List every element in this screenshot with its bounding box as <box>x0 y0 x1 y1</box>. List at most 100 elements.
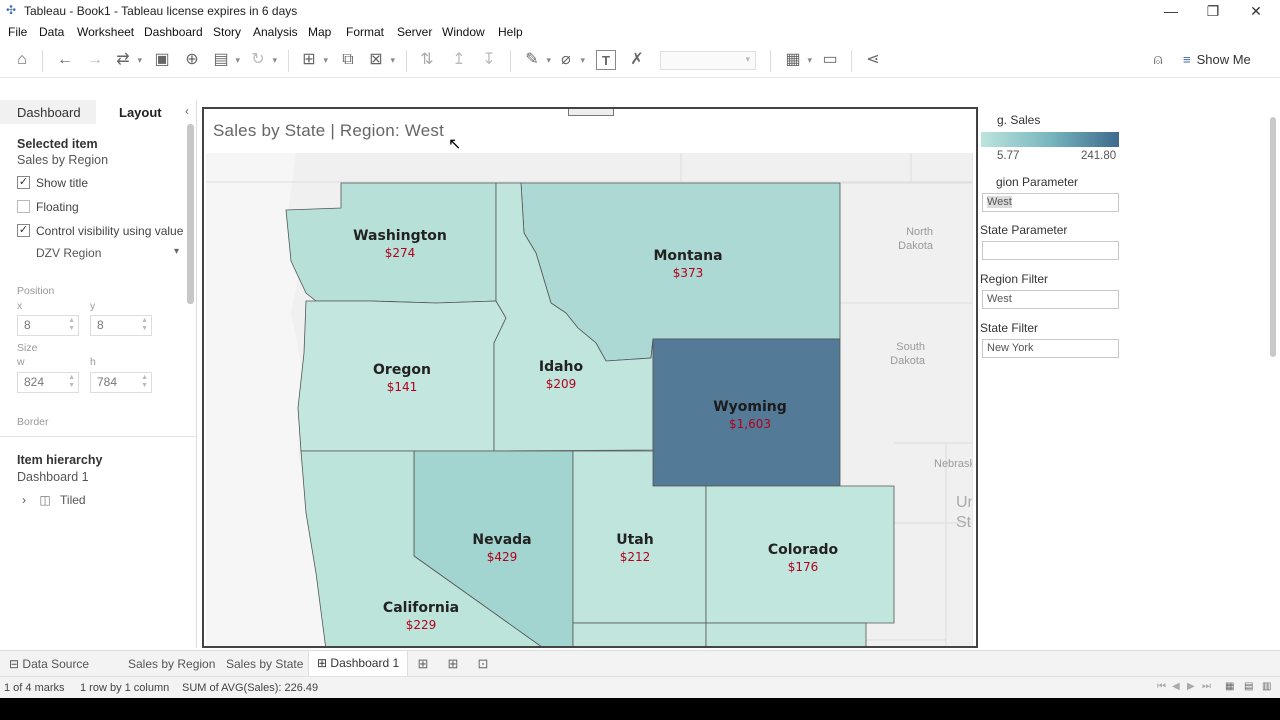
show-title-checkbox[interactable]: ✓ <box>17 176 30 189</box>
tab-dashboard[interactable]: Dashboard <box>0 100 96 124</box>
control-visibility-label: Control visibility using value <box>36 224 184 238</box>
filmstrip-view-icon[interactable]: ▦ <box>1225 681 1234 692</box>
spinner-arrows-icon[interactable]: ▲ ▼ <box>141 374 148 390</box>
panel-scrollbar[interactable] <box>187 124 194 304</box>
menu-map[interactable]: Map <box>308 25 331 39</box>
group-members-icon[interactable]: ⌀ <box>556 50 585 70</box>
undo-icon[interactable]: ← <box>55 50 75 70</box>
tabs-view-icon[interactable]: ▤ <box>1244 681 1253 692</box>
spinner-arrows-icon[interactable]: ▲ ▼ <box>68 317 75 333</box>
tableau-app: File Data Worksheet Dashboard Story Anal… <box>0 22 1280 698</box>
state-filter-value: New York <box>987 342 1034 354</box>
show-title-label: Show title <box>36 176 89 190</box>
map-view[interactable]: North Dakota South Dakota Nebrask Un St … <box>206 153 974 648</box>
fit-dropdown[interactable] <box>660 51 756 70</box>
close-window-button[interactable]: ✕ <box>1236 1 1276 21</box>
new-story-tab-icon[interactable]: ⊡ <box>474 655 492 673</box>
spinner-arrows-icon[interactable]: ▲ ▼ <box>68 374 75 390</box>
fix-axes-icon[interactable]: ✗ <box>627 50 647 70</box>
x-value: 8 <box>24 318 31 332</box>
menu-help[interactable]: Help <box>498 25 523 39</box>
state-arizona-partial[interactable] <box>572 622 707 648</box>
floating-checkbox[interactable] <box>17 200 30 213</box>
y-position-input[interactable]: 8 ▲ ▼ <box>90 315 152 336</box>
selected-item-value: Sales by Region <box>17 153 109 167</box>
show-me-icon: ≡ <box>1183 52 1191 67</box>
region-parameter-label: gion Parameter <box>996 175 1079 189</box>
bg-label-nebraska: Nebrask <box>934 458 974 470</box>
tab-sales-by-region[interactable]: Sales by Region <box>128 657 215 671</box>
next-sheet-icon[interactable]: ▶ <box>1187 681 1195 692</box>
x-position-input[interactable]: 8 ▲ ▼ <box>17 315 79 336</box>
new-data-source-icon[interactable]: ⊕ <box>182 50 202 70</box>
visibility-field-dropdown[interactable]: DZV Region <box>36 246 181 263</box>
width-input[interactable]: 824 ▲ ▼ <box>17 372 79 393</box>
state-filter-input[interactable]: New York <box>982 339 1119 358</box>
menu-dashboard[interactable]: Dashboard <box>144 25 203 39</box>
data-source-tab[interactable]: ⊟ Data Source <box>9 657 89 671</box>
chevron-right-icon[interactable]: › <box>22 493 26 507</box>
hierarchy-root[interactable]: Dashboard 1 <box>17 470 89 484</box>
last-sheet-icon[interactable]: ⏭ <box>1202 681 1211 692</box>
state-parameter-label: State Parameter <box>980 223 1068 237</box>
new-dashboard-tab-icon[interactable]: ⊞ <box>444 655 462 673</box>
menu-worksheet[interactable]: Worksheet <box>77 25 134 39</box>
save-icon[interactable]: ▣ <box>152 50 172 70</box>
show-me-button[interactable]: ≡ Show Me <box>1183 50 1251 70</box>
collapse-panel-icon[interactable]: ‹ <box>185 104 189 118</box>
region-parameter-input[interactable]: West <box>982 193 1119 212</box>
refresh-icon[interactable]: ↻ <box>248 50 277 70</box>
menu-story[interactable]: Story <box>213 25 241 39</box>
color-legend-gradient[interactable] <box>981 132 1119 147</box>
state-value-label: $429 <box>487 550 518 564</box>
w-value: 824 <box>24 375 45 389</box>
home-icon[interactable]: ⌂ <box>12 50 32 70</box>
sort-descending-icon[interactable]: ↧ <box>479 50 499 70</box>
prev-sheet-icon[interactable]: ◀ <box>1172 681 1180 692</box>
show-cards-icon[interactable]: ▦ <box>783 50 812 70</box>
new-worksheet-icon[interactable]: ⊞ <box>299 50 328 70</box>
replay-icon[interactable]: ⇄ <box>113 50 142 70</box>
presenter-icon[interactable]: ⍝ <box>1148 50 1168 70</box>
tab-layout[interactable]: Layout <box>119 105 162 120</box>
state-name-label: Washington <box>353 228 447 244</box>
sort-ascending-icon[interactable]: ↥ <box>449 50 469 70</box>
duplicate-sheet-icon[interactable]: ⧉ <box>338 50 358 70</box>
dashboard-canvas[interactable]: Sales by State | Region: West North Dako… <box>202 107 978 648</box>
restore-button[interactable]: ❐ <box>1193 1 1233 21</box>
control-visibility-checkbox[interactable]: ✓ <box>17 224 30 237</box>
first-sheet-icon[interactable]: ⏮ <box>1157 681 1166 692</box>
redo-icon[interactable]: → <box>85 50 105 70</box>
menu-format[interactable]: Format <box>346 25 384 39</box>
menu-window[interactable]: Window <box>442 25 485 39</box>
menu-file[interactable]: File <box>8 25 27 39</box>
presentation-mode-icon[interactable]: ▭ <box>820 50 840 70</box>
state-parameter-input[interactable] <box>982 241 1119 260</box>
pause-updates-icon[interactable]: ▤ <box>211 50 240 70</box>
minimize-button[interactable]: — <box>1151 1 1191 21</box>
tab-dashboard-1[interactable]: ⊞ Dashboard 1 <box>308 651 409 677</box>
drag-handle[interactable] <box>568 109 614 116</box>
sheet-sorter-icon[interactable]: ▥ <box>1262 681 1271 692</box>
new-worksheet-tab-icon[interactable]: ⊞ <box>414 655 432 673</box>
show-mark-labels-icon[interactable]: T <box>596 50 616 70</box>
height-input[interactable]: 784 ▲ ▼ <box>90 372 152 393</box>
menu-server[interactable]: Server <box>397 25 432 39</box>
clear-sheet-icon[interactable]: ⊠ <box>366 50 395 70</box>
menu-data[interactable]: Data <box>39 25 64 39</box>
state-new-mexico-partial[interactable] <box>705 622 867 648</box>
toolbar-separator <box>42 50 43 72</box>
tab-dashboard-label: Dashboard <box>17 105 81 120</box>
menu-analysis[interactable]: Analysis <box>253 25 298 39</box>
tab-sales-by-state[interactable]: Sales by State <box>226 657 303 671</box>
hierarchy-item-tiled[interactable]: › ◫ Tiled <box>22 493 86 507</box>
visibility-field-value: DZV Region <box>36 246 102 260</box>
y-label: y <box>90 300 96 312</box>
right-panel-scrollbar[interactable] <box>1270 117 1276 357</box>
state-map[interactable]: North Dakota South Dakota Nebrask Un St … <box>206 153 974 648</box>
swap-rows-columns-icon[interactable]: ⇅ <box>417 50 437 70</box>
highlight-icon[interactable]: ✎ <box>522 50 551 70</box>
share-icon[interactable]: ⋖ <box>863 50 883 70</box>
region-filter-input[interactable]: West <box>982 290 1119 309</box>
spinner-arrows-icon[interactable]: ▲ ▼ <box>141 317 148 333</box>
